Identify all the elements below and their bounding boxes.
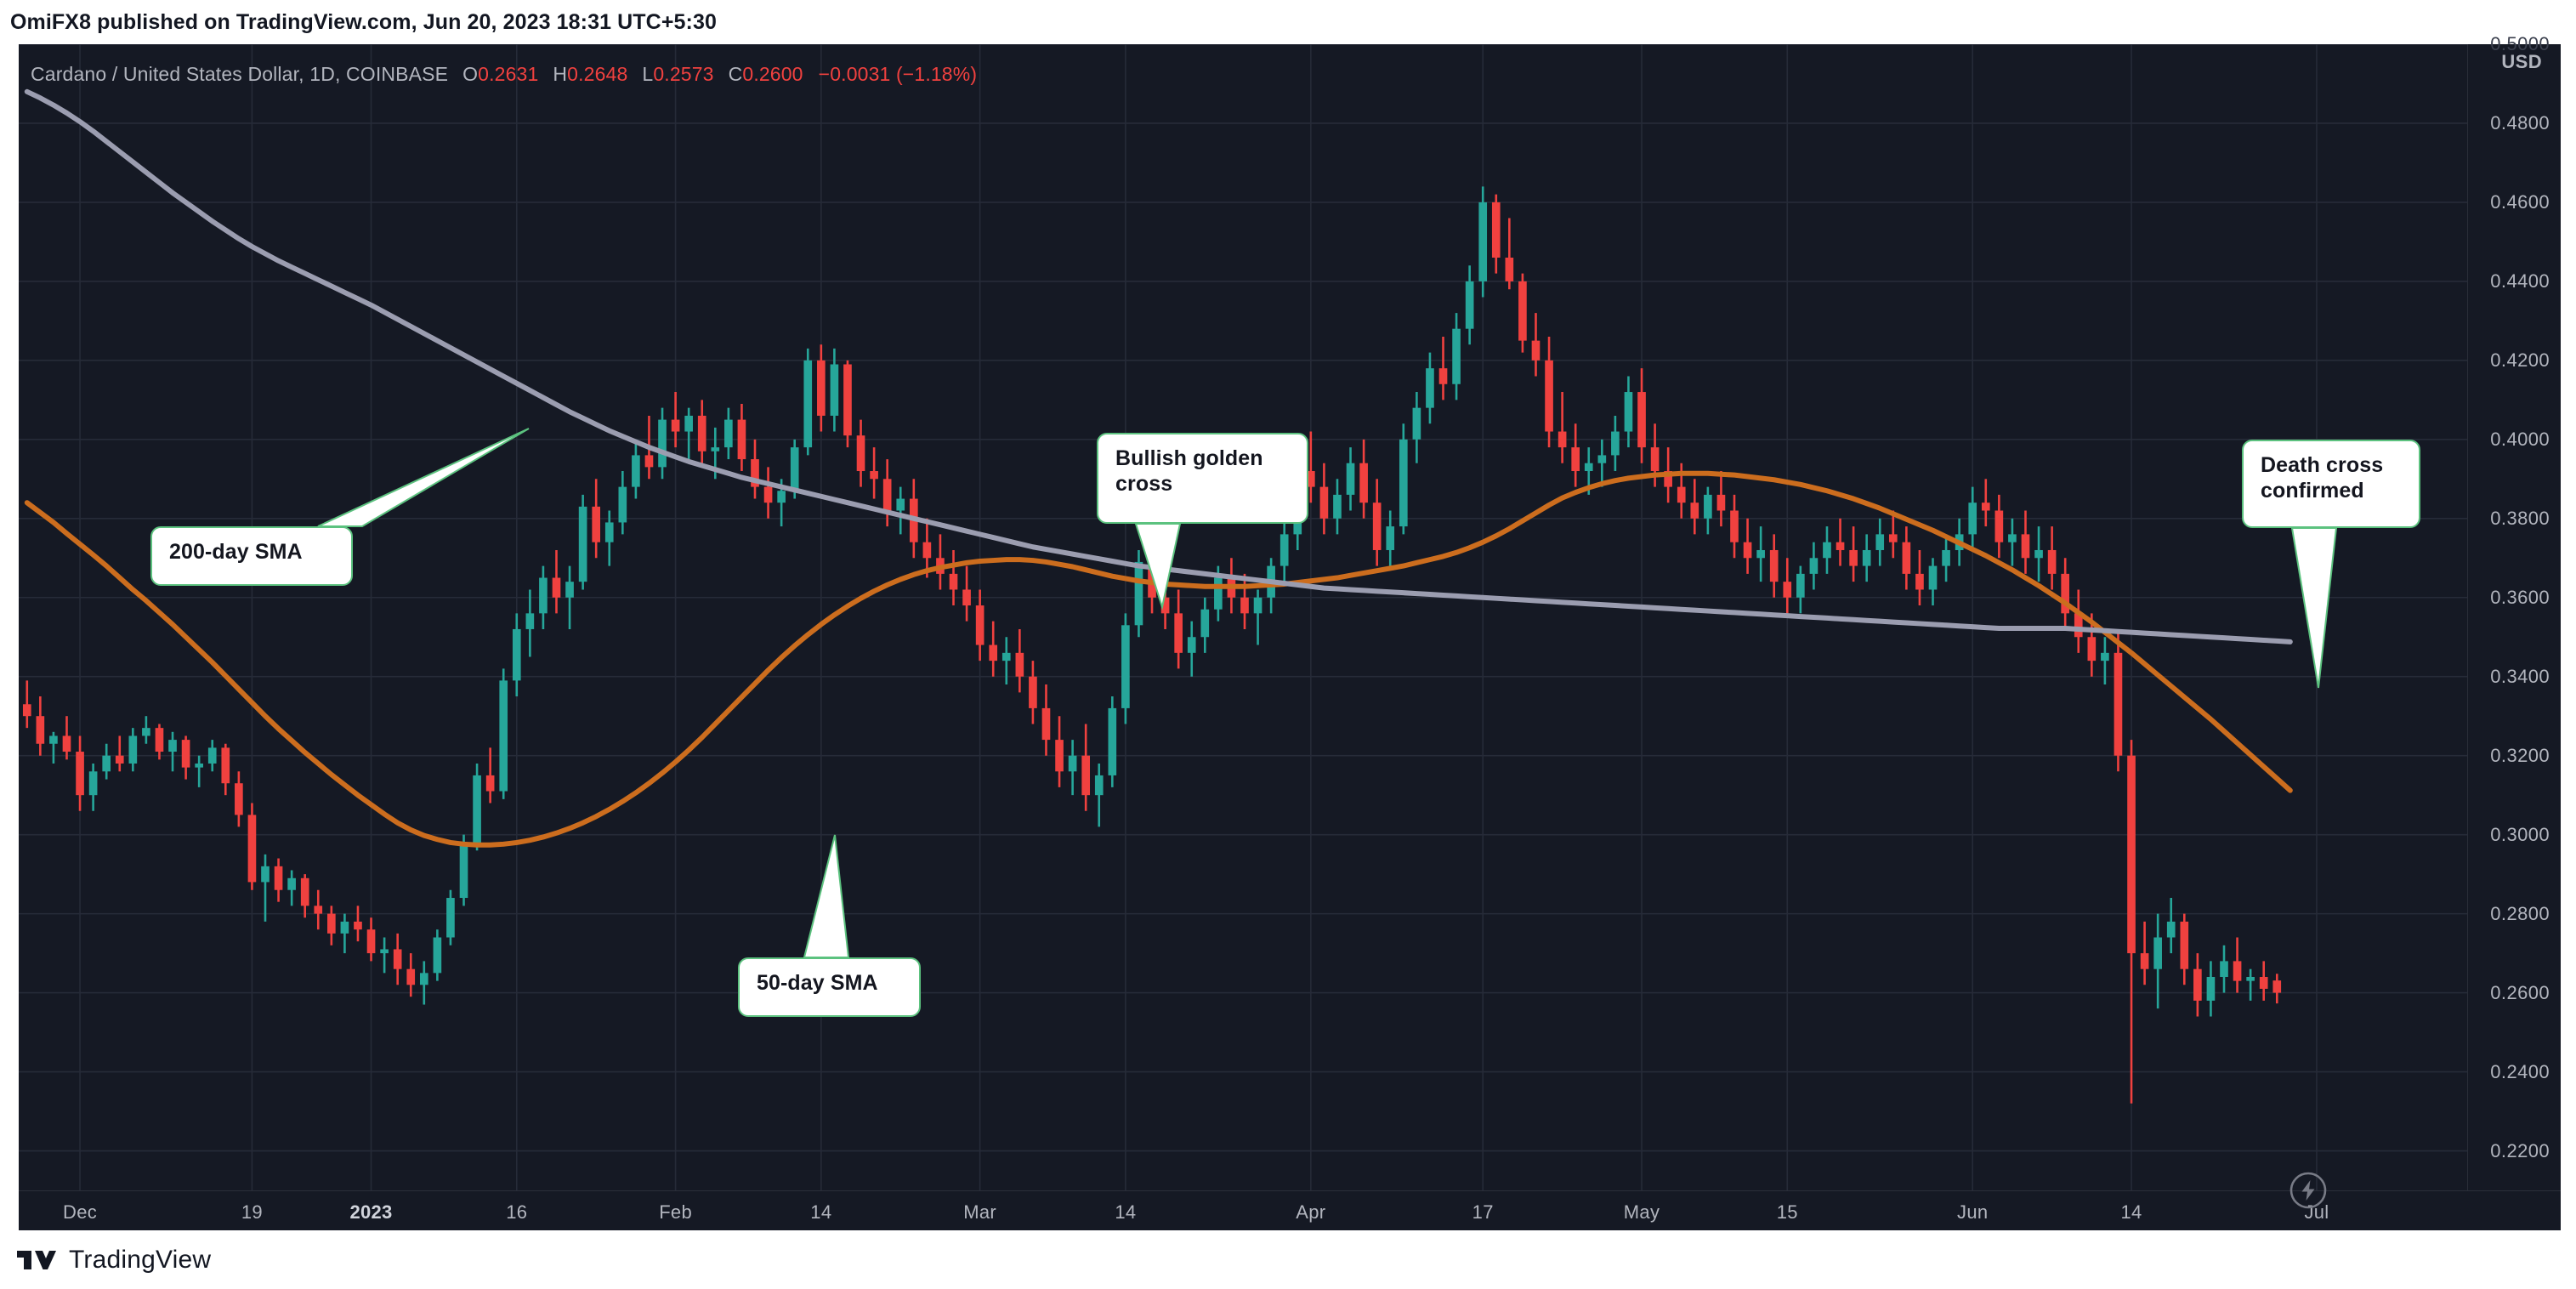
price-axis-tick-label: 0.2200 [2490,1139,2550,1161]
time-axis-tick-label: Dec [63,1201,98,1223]
price-axis-tick-label: 0.4000 [2490,428,2550,450]
time-axis-tick-label: 14 [1115,1201,1137,1223]
time-axis-tick-label: 15 [1776,1201,1798,1223]
tradingview-wordmark: TradingView [69,1245,212,1274]
time-axis-tick-label: Jun [1957,1201,1989,1223]
price-axis-tick-label: 0.2800 [2490,902,2550,924]
time-axis-tick-label: 17 [1472,1201,1494,1223]
price-axis-tick-label: 0.4600 [2490,190,2550,213]
time-axis[interactable]: Dec 19 2023 16 Feb 14 Mar 14 Apr 17 May 15 Jun 14 Jul [19,1190,2561,1230]
50-day-sma-callout[interactable]: 50-day SMA [738,957,921,1017]
publish-credit-text: OmiFX8 published on TradingView.com, Jun… [10,9,717,34]
tradingview-logo[interactable]: TradingView [17,1246,211,1275]
price-axis-tick-label: 0.2400 [2490,1060,2550,1082]
time-axis-tick-label: 16 [506,1201,528,1223]
publish-header: OmiFX8 published on TradingView.com, Jun… [0,0,2576,44]
price-axis-tick-label: 0.4800 [2490,111,2550,133]
time-axis-tick-label: Mar [963,1201,997,1223]
death-cross-callout[interactable]: Death cross confirmed [2242,440,2420,528]
price-axis-tick-label: 0.2600 [2490,981,2550,1003]
time-axis-tick-label: Apr [1296,1201,1326,1223]
price-axis-tick-label: 0.3000 [2490,823,2550,845]
price-axis-tick-label: 0.4200 [2490,349,2550,371]
200-day-sma-callout[interactable]: 200-day SMA [150,526,353,586]
price-axis-tick-label: 0.3400 [2490,665,2550,687]
footer-bar: TradingView [0,1230,2576,1289]
time-axis-tick-label: 14 [810,1201,832,1223]
price-axis-tick-label: 0.3800 [2490,507,2550,529]
price-axis[interactable]: USD 0.5000 0.4800 0.4600 0.4400 0.4200 0.4000… [2467,33,2561,1190]
bullish-golden-cross-callout[interactable]: Bullish golden cross [1097,433,1308,524]
price-axis-tick-label: 0.4400 [2490,270,2550,292]
chart-container[interactable]: Cardano / United States Dollar, 1D, COIN… [19,33,2561,1230]
price-axis-tick-label: 0.3600 [2490,586,2550,608]
time-axis-tick-label: 2023 [349,1201,393,1223]
time-axis-tick-label: May [1623,1201,1660,1223]
time-axis-tick-label: Feb [659,1201,692,1223]
death-cross-callout-tail [2290,527,2338,689]
time-axis-tick-label: 14 [2120,1201,2142,1223]
tradingview-mark-icon [17,1250,56,1269]
time-axis-tick-label: 19 [241,1201,263,1223]
price-axis-tick-label: 0.3200 [2490,744,2550,766]
price-axis-tick-label: 0.5000 [2490,33,2550,54]
